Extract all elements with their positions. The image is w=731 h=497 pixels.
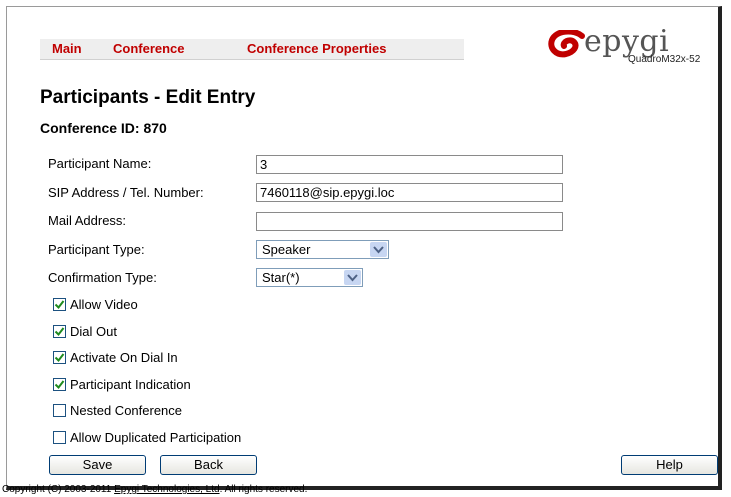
activate-on-dial-in-checkbox[interactable] bbox=[53, 351, 66, 364]
dial-out-checkbox[interactable] bbox=[53, 325, 66, 338]
allow-duplicated-participation-label: Allow Duplicated Participation bbox=[70, 430, 242, 445]
participant-indication-checkbox[interactable] bbox=[53, 378, 66, 391]
allow-duplicated-participation-checkbox[interactable] bbox=[53, 431, 66, 444]
sip-address-label: SIP Address / Tel. Number: bbox=[48, 185, 204, 200]
nested-conference-checkbox[interactable] bbox=[53, 404, 66, 417]
logo-model-text: QuadroM32x-52 bbox=[628, 54, 701, 65]
copyright-footer: Copyright (C) 2003-2011 Epygi Technologi… bbox=[2, 484, 307, 495]
help-button[interactable]: Help bbox=[621, 455, 718, 475]
mail-address-label: Mail Address: bbox=[48, 213, 127, 228]
footer-prefix: Copyright (C) 2003-2011 bbox=[2, 484, 115, 495]
footer-suffix: . All rights reserved. bbox=[219, 484, 308, 495]
allow-video-label: Allow Video bbox=[70, 297, 138, 312]
sip-address-input[interactable] bbox=[256, 183, 563, 202]
epygi-link[interactable]: Epygi Technologies, Ltd bbox=[114, 484, 219, 495]
nested-conference-label: Nested Conference bbox=[70, 403, 183, 418]
logo-swirl-icon bbox=[548, 30, 585, 58]
participant-type-select[interactable]: Speaker bbox=[256, 240, 389, 259]
activate-on-dial-in-label: Activate On Dial In bbox=[70, 350, 178, 365]
back-button[interactable]: Back bbox=[160, 455, 257, 475]
epygi-logo: epygi QuadroM32x-52 bbox=[548, 24, 708, 70]
participant-name-label: Participant Name: bbox=[48, 156, 152, 171]
confirmation-type-label: Confirmation Type: bbox=[48, 270, 157, 285]
confirmation-type-select[interactable]: Star(*) bbox=[256, 268, 363, 287]
allow-video-checkbox[interactable] bbox=[53, 298, 66, 311]
top-nav: Main Conference Conference Properties bbox=[40, 39, 464, 60]
participant-indication-label: Participant Indication bbox=[70, 377, 191, 392]
page-title: Participants - Edit Entry bbox=[40, 87, 256, 108]
nav-conference-link[interactable]: Conference bbox=[113, 41, 185, 56]
nav-conference-properties-link[interactable]: Conference Properties bbox=[247, 41, 386, 56]
chevron-down-icon[interactable] bbox=[344, 270, 361, 285]
conference-id: Conference ID: 870 bbox=[40, 120, 167, 136]
save-button[interactable]: Save bbox=[49, 455, 146, 475]
nav-main-link[interactable]: Main bbox=[52, 41, 82, 56]
participant-type-label: Participant Type: bbox=[48, 242, 145, 257]
dial-out-label: Dial Out bbox=[70, 324, 117, 339]
mail-address-input[interactable] bbox=[256, 212, 563, 231]
participant-type-value: Speaker bbox=[262, 242, 311, 257]
chevron-down-icon[interactable] bbox=[370, 242, 387, 257]
participant-name-input[interactable] bbox=[256, 155, 563, 174]
confirmation-type-value: Star(*) bbox=[262, 270, 300, 285]
